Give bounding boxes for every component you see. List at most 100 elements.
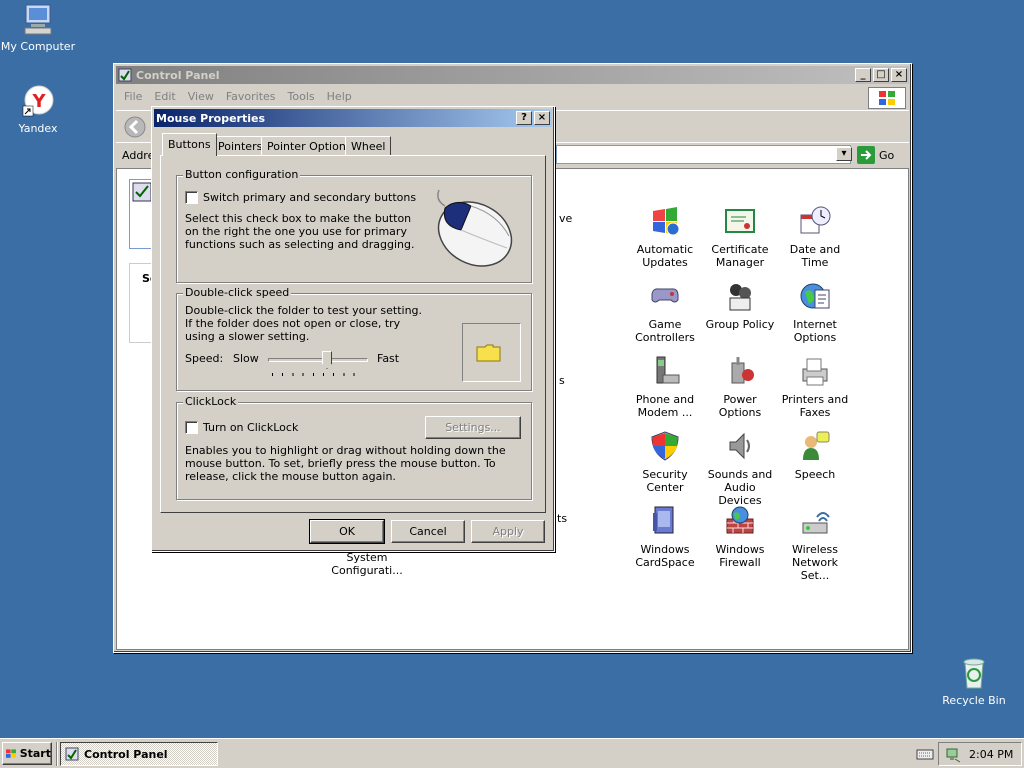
keyboard-icon[interactable] [916,747,934,761]
desktop-icon-my-computer[interactable]: My Computer [0,2,78,53]
start-button[interactable]: Start [2,742,52,765]
printers-faxes-icon [802,358,828,386]
maximize-button[interactable]: □ [873,68,889,82]
button-config-group: Button configuration Switch primary and … [176,168,532,283]
cp-item-power-options[interactable]: Power Options [702,355,778,419]
menu-view[interactable]: View [182,90,220,103]
ok-button[interactable]: OK [309,519,385,544]
clicklock-description: Enables you to highlight or drag without… [185,444,506,483]
tab-label: Buttons [168,138,211,151]
go-label[interactable]: Go [879,149,894,162]
address-label: Addre [122,149,155,162]
cancel-button[interactable]: Cancel [391,520,465,543]
menu-file[interactable]: File [118,90,148,103]
start-label: Start [19,747,51,760]
cp-item-label: Game Controllers [635,318,695,344]
yandex-icon: Y [22,85,54,117]
cp-item-phone-modem[interactable]: Phone and Modem ... [627,355,703,419]
menu-tools[interactable]: Tools [282,90,321,103]
cp-item-label: Security Center [642,468,688,494]
cp-item-firewall[interactable]: Windows Firewall [702,505,778,569]
cp-item-group-policy[interactable]: Group Policy [702,280,778,331]
dialog-title: Mouse Properties [156,111,266,125]
cp-item-sounds[interactable]: Sounds and Audio Devices [702,430,778,507]
taskbar: Start Control Panel 2:04 PM [0,738,1024,768]
desktop-icon-label: My Computer [0,40,76,53]
speed-slider[interactable] [268,350,368,378]
clicklock-label[interactable]: Turn on ClickLock [203,421,298,434]
tab-buttons[interactable]: Buttons [162,133,217,156]
windows-flag-icon [879,91,895,105]
menu-favorites[interactable]: Favorites [220,90,282,103]
cp-item-wireless[interactable]: Wireless Network Set... [777,505,853,582]
cp-item-label: Speech [794,468,836,481]
cp-item-internet-options[interactable]: Internet Options [777,280,853,344]
control-panel-titlebar[interactable]: Control Panel _ □ × [116,66,909,84]
tab-label: Pointers [218,140,263,153]
clicklock-settings-button[interactable]: Settings... [425,416,521,439]
switch-buttons-checkbox[interactable] [185,191,198,204]
cp-item-automatic-updates[interactable]: Automatic Updates [627,205,703,269]
cp-item-printers-faxes[interactable]: Printers and Faxes [777,355,853,419]
tab-pointer-options[interactable]: Pointer Options [261,136,358,156]
mouse-properties-titlebar[interactable]: Mouse Properties ? × [154,109,552,127]
desktop-icon-yandex[interactable]: Y Yandex [0,84,78,135]
cp-item-date-time[interactable]: Date and Time [777,205,853,269]
button-config-description: Select this check box to make the button… [185,212,415,251]
game-controllers-icon [651,288,679,303]
sounds-icon [729,432,750,460]
taskbar-task-control-panel[interactable]: Control Panel [60,742,218,766]
desktop-icon-recycle-bin[interactable]: Recycle Bin [934,656,1014,707]
cp-item-system-configuration[interactable]: System Configurati... [329,551,405,577]
partial-label: s [559,374,565,387]
cp-item-label: Group Policy [705,318,775,331]
internet-options-icon [800,283,830,309]
mouse-icon [437,189,513,267]
cp-item-label: Power Options [718,393,762,419]
tab-panel: Button configuration Switch primary and … [160,155,546,513]
cardspace-icon [653,506,674,534]
cp-item-game-controllers[interactable]: Game Controllers [627,280,703,344]
menu-help[interactable]: Help [321,90,358,103]
firewall-icon [726,506,754,534]
cp-item-label: Phone and Modem ... [635,393,695,419]
clicklock-checkbox[interactable] [185,421,198,434]
desktop-icon-label: Yandex [18,122,58,135]
tab-label: Pointer Options [267,140,352,153]
close-button[interactable]: × [891,68,907,82]
help-button[interactable]: ? [516,111,532,125]
control-panel-icon [65,747,79,761]
clock[interactable]: 2:04 PM [969,748,1013,761]
back-icon[interactable] [123,115,147,139]
group-label: Button configuration [183,168,301,181]
menu-edit[interactable]: Edit [148,90,181,103]
speech-icon [803,431,830,460]
address-input[interactable] [556,145,851,164]
cp-item-speech[interactable]: Speech [777,430,853,481]
speed-label: Speed: [185,352,224,365]
tab-wheel[interactable]: Wheel [345,136,392,156]
tab-pointers[interactable]: Pointers [212,136,269,156]
switch-buttons-label[interactable]: Switch primary and secondary buttons [203,191,416,204]
cp-item-label: Automatic Updates [636,243,694,269]
windows-logo [868,87,906,109]
cp-item-label: Windows CardSpace [635,543,695,569]
mouse-properties-dialog: Mouse Properties ? × Buttons Pointers Po… [151,106,555,552]
cp-item-security-center[interactable]: Security Center [627,430,703,494]
cp-item-label: Windows Firewall [715,543,765,569]
slider-ticks [272,373,364,376]
network-icon[interactable] [945,747,961,763]
double-click-description: Double-click the folder to test your set… [185,304,423,343]
group-policy-icon [729,284,751,311]
apply-button[interactable]: Apply [471,520,545,543]
cp-item-cardspace[interactable]: Windows CardSpace [627,505,703,569]
go-arrow-icon[interactable] [857,146,875,164]
address-dropdown[interactable]: ▾ [836,147,852,161]
cp-item-certificate-manager[interactable]: Certificate Manager [702,205,778,269]
phone-modem-icon [656,356,680,384]
slider-thumb[interactable] [322,351,332,369]
control-panel-icon [118,68,132,82]
test-folder-box[interactable] [462,323,521,382]
dialog-close-button[interactable]: × [534,111,550,125]
minimize-button[interactable]: _ [855,68,871,82]
